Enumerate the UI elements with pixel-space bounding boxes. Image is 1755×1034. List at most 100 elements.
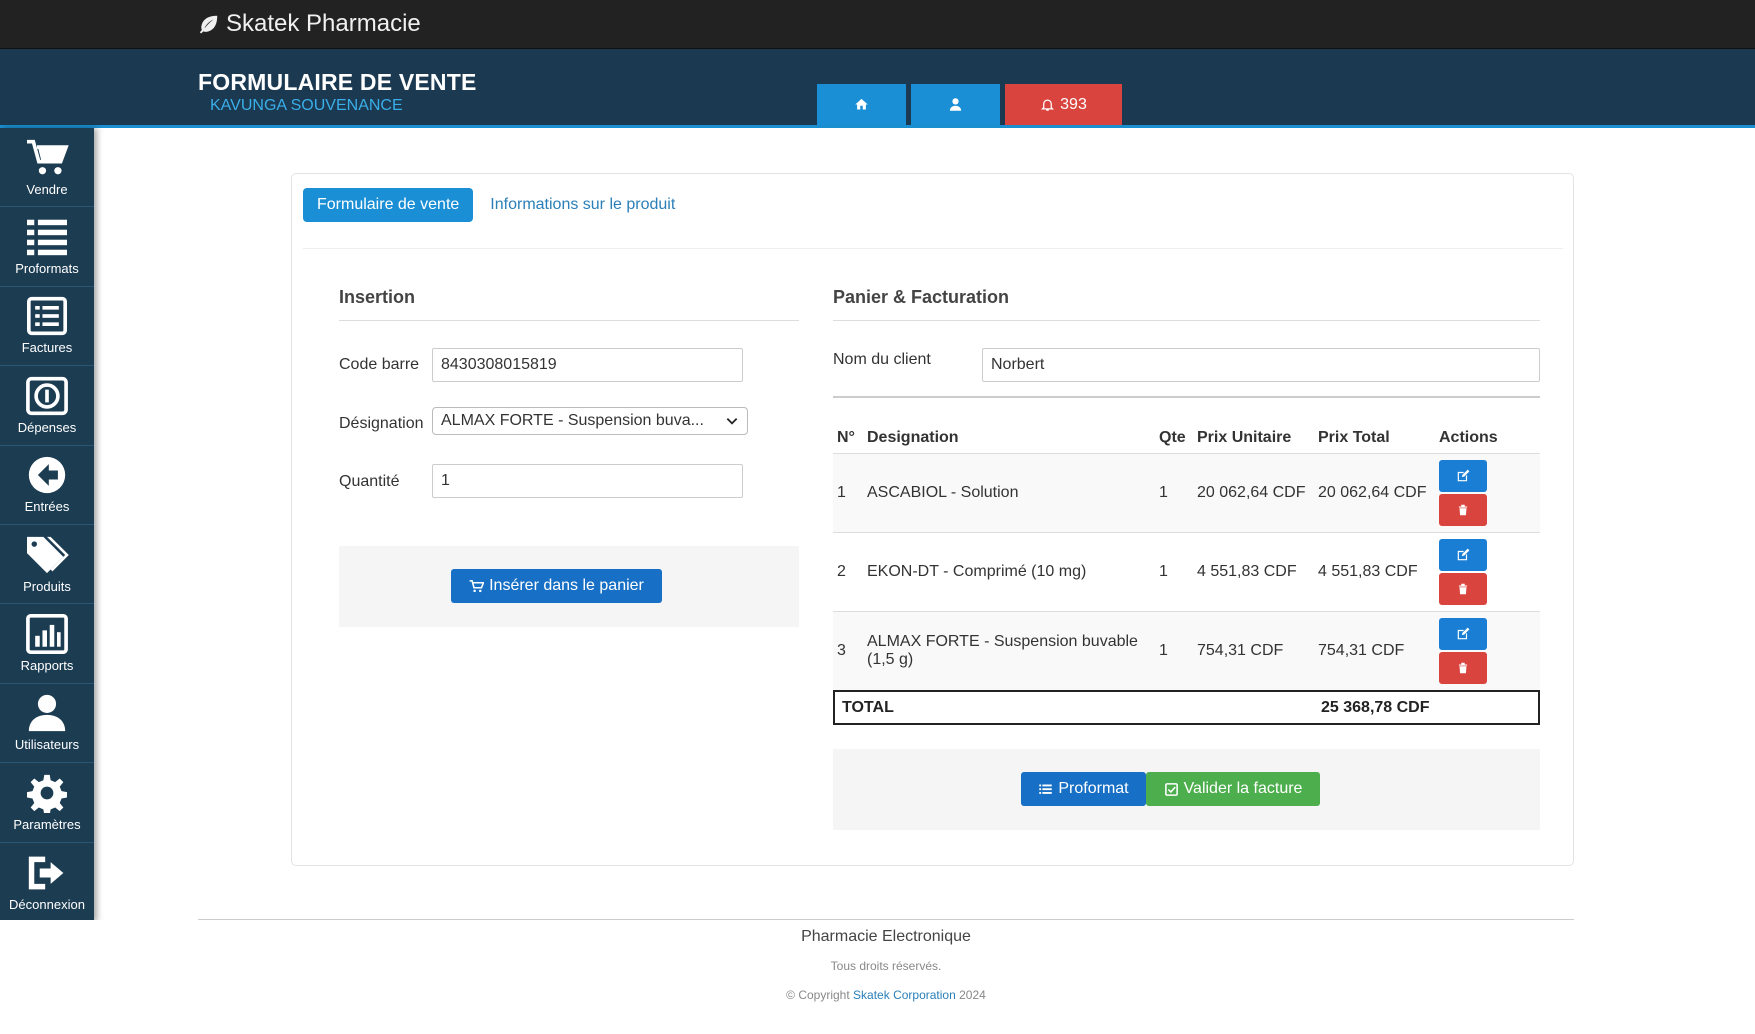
column-header-qte: Qte: [1155, 418, 1193, 454]
proformat-button[interactable]: Proformat: [1021, 772, 1146, 806]
copyright-prefix: © Copyright: [786, 988, 850, 1002]
user-icon: [28, 695, 66, 732]
delete-row-button[interactable]: [1439, 572, 1487, 605]
sidebar-item-vendre[interactable]: Vendre: [0, 128, 94, 208]
edit-row-button[interactable]: [1439, 459, 1487, 492]
sidebar-item-label: Utilisateurs: [14, 737, 80, 753]
total-value: 25 368,78 CDF: [1321, 699, 1430, 716]
tags-icon: [27, 536, 69, 573]
page-title: FORMULAIRE DE VENTE: [198, 69, 477, 95]
company-link[interactable]: Skatek Corporation: [853, 988, 956, 1002]
copyright-year: 2024: [959, 988, 986, 1002]
cell-qte: 1: [1155, 611, 1193, 691]
insert-into-cart-button[interactable]: Insérer dans le panier: [451, 569, 662, 603]
tab-informations-produit[interactable]: Informations sur le produit: [490, 196, 675, 214]
edit-icon: [1457, 548, 1470, 560]
edit-row-button[interactable]: [1439, 538, 1487, 571]
footer-rights: Tous droits réservés.: [830, 959, 942, 973]
profile-button[interactable]: [911, 84, 1000, 125]
table-row: 3 ALMAX FORTE - Suspension buvable (1,5 …: [833, 611, 1540, 691]
trash-icon: [1458, 583, 1468, 594]
delete-row-button[interactable]: [1439, 651, 1487, 684]
client-divider: [833, 396, 1540, 398]
sidebar-item-label: Rapports: [20, 658, 74, 674]
sidebar-item-label: Factures: [21, 340, 73, 356]
cell-actions: [1435, 611, 1540, 691]
total-label: TOTAL: [842, 699, 894, 716]
insert-button-label: Insérer dans le panier: [489, 577, 644, 594]
sidebar: Vendre Proformats Factures Dépenses Entr…: [0, 128, 94, 922]
cell-prix-total: 20 062,64 CDF: [1314, 453, 1435, 533]
cell-qte: 1: [1155, 532, 1193, 612]
sidebar-item-label: Paramètres: [13, 816, 81, 832]
quantity-input[interactable]: 1: [432, 464, 743, 498]
validate-button-label: Valider la facture: [1183, 780, 1303, 797]
table-row: 2 EKON-DT - Comprimé (10 mg) 1 4 551,83 …: [833, 532, 1540, 612]
footer-title: Pharmacie Electronique: [801, 928, 971, 945]
column-header-n: N°: [833, 418, 863, 454]
column-header-actions: Actions: [1435, 418, 1540, 454]
sidebar-item-utilisateurs[interactable]: Utilisateurs: [0, 684, 94, 764]
sidebar-item-label: Entrées: [24, 499, 70, 515]
designation-label: Désignation: [339, 415, 424, 432]
cart-icon: [26, 139, 69, 175]
home-button[interactable]: [817, 84, 906, 125]
list-icon: [27, 219, 67, 256]
barcode-input[interactable]: 8430308015819: [432, 348, 743, 382]
tab-formulaire-de-vente[interactable]: Formulaire de vente: [303, 188, 474, 222]
sidebar-item-proformats[interactable]: Proformats: [0, 207, 94, 287]
validate-invoice-button[interactable]: Valider la facture: [1146, 772, 1320, 806]
sidebar-item-entrees[interactable]: Entrées: [0, 446, 94, 525]
top-navbar: Skatek Pharmacie: [0, 0, 1755, 49]
cell-prix-unitaire: 20 062,64 CDF: [1193, 453, 1314, 533]
column-header-prix-unitaire: Prix Unitaire: [1193, 418, 1314, 454]
cell-designation: ALMAX FORTE - Suspension buvable (1,5 g): [863, 611, 1155, 691]
cart-divider: [833, 320, 1540, 321]
total-row: TOTAL 25 368,78 CDF: [833, 690, 1540, 725]
quantity-label: Quantité: [339, 473, 400, 490]
chevron-down-icon: [726, 418, 738, 425]
notifications-count: 393: [1060, 95, 1087, 113]
table-row: 1 ASCABIOL - Solution 1 20 062,64 CDF 20…: [833, 453, 1540, 533]
sidebar-item-depenses[interactable]: Dépenses: [0, 366, 94, 446]
home-icon: [855, 98, 868, 110]
column-header-prix-total: Prix Total: [1314, 418, 1435, 454]
trash-icon: [1458, 662, 1468, 673]
cell-designation: ASCABIOL - Solution: [863, 453, 1155, 533]
brand-name: Skatek Pharmacie: [226, 10, 421, 37]
sign-out-icon: [28, 856, 64, 890]
cell-prix-unitaire: 754,31 CDF: [1193, 611, 1314, 691]
client-name-input[interactable]: Norbert: [982, 348, 1540, 382]
cell-actions: [1435, 453, 1540, 533]
footer: Pharmacie Electronique Tous droits réser…: [0, 920, 1755, 1034]
money-icon: [26, 376, 68, 415]
arrow-left-circle-icon: [28, 457, 66, 494]
footer-copyright: © Copyright Skatek Corporation 2024: [0, 988, 1755, 1002]
list-icon: [1039, 784, 1053, 794]
page-header: FORMULAIRE DE VENTE KAVUNGA SOUVENANCE 3…: [0, 49, 1755, 128]
main-panel: Formulaire de vente Informations sur le …: [291, 173, 1574, 866]
designation-select[interactable]: ALMAX FORTE - Suspension buva...: [432, 407, 748, 435]
leaf-icon: [199, 15, 218, 34]
sidebar-item-deconnexion[interactable]: Déconnexion: [0, 843, 94, 922]
notifications-button[interactable]: 393: [1005, 84, 1122, 125]
insertion-divider: [339, 320, 799, 321]
sidebar-item-produits[interactable]: Produits: [0, 525, 94, 605]
trash-icon: [1458, 504, 1468, 515]
cell-prix-unitaire: 4 551,83 CDF: [1193, 532, 1314, 612]
insertion-title: Insertion: [339, 287, 416, 307]
edit-icon: [1457, 469, 1470, 481]
edit-row-button[interactable]: [1439, 617, 1487, 650]
sidebar-item-rapports[interactable]: Rapports: [0, 604, 94, 684]
cell-actions: [1435, 532, 1540, 612]
bar-chart-icon: [26, 614, 68, 655]
proformat-button-label: Proformat: [1058, 780, 1129, 797]
sidebar-item-factures[interactable]: Factures: [0, 287, 94, 367]
delete-row-button[interactable]: [1439, 493, 1487, 526]
cart-icon: [469, 579, 485, 592]
sidebar-item-parametres[interactable]: Paramètres: [0, 763, 94, 843]
cart-title: Panier & Facturation: [833, 287, 1010, 307]
check-square-icon: [1164, 782, 1178, 796]
cell-n: 3: [833, 611, 863, 691]
brand-link[interactable]: Skatek Pharmacie: [198, 10, 421, 38]
